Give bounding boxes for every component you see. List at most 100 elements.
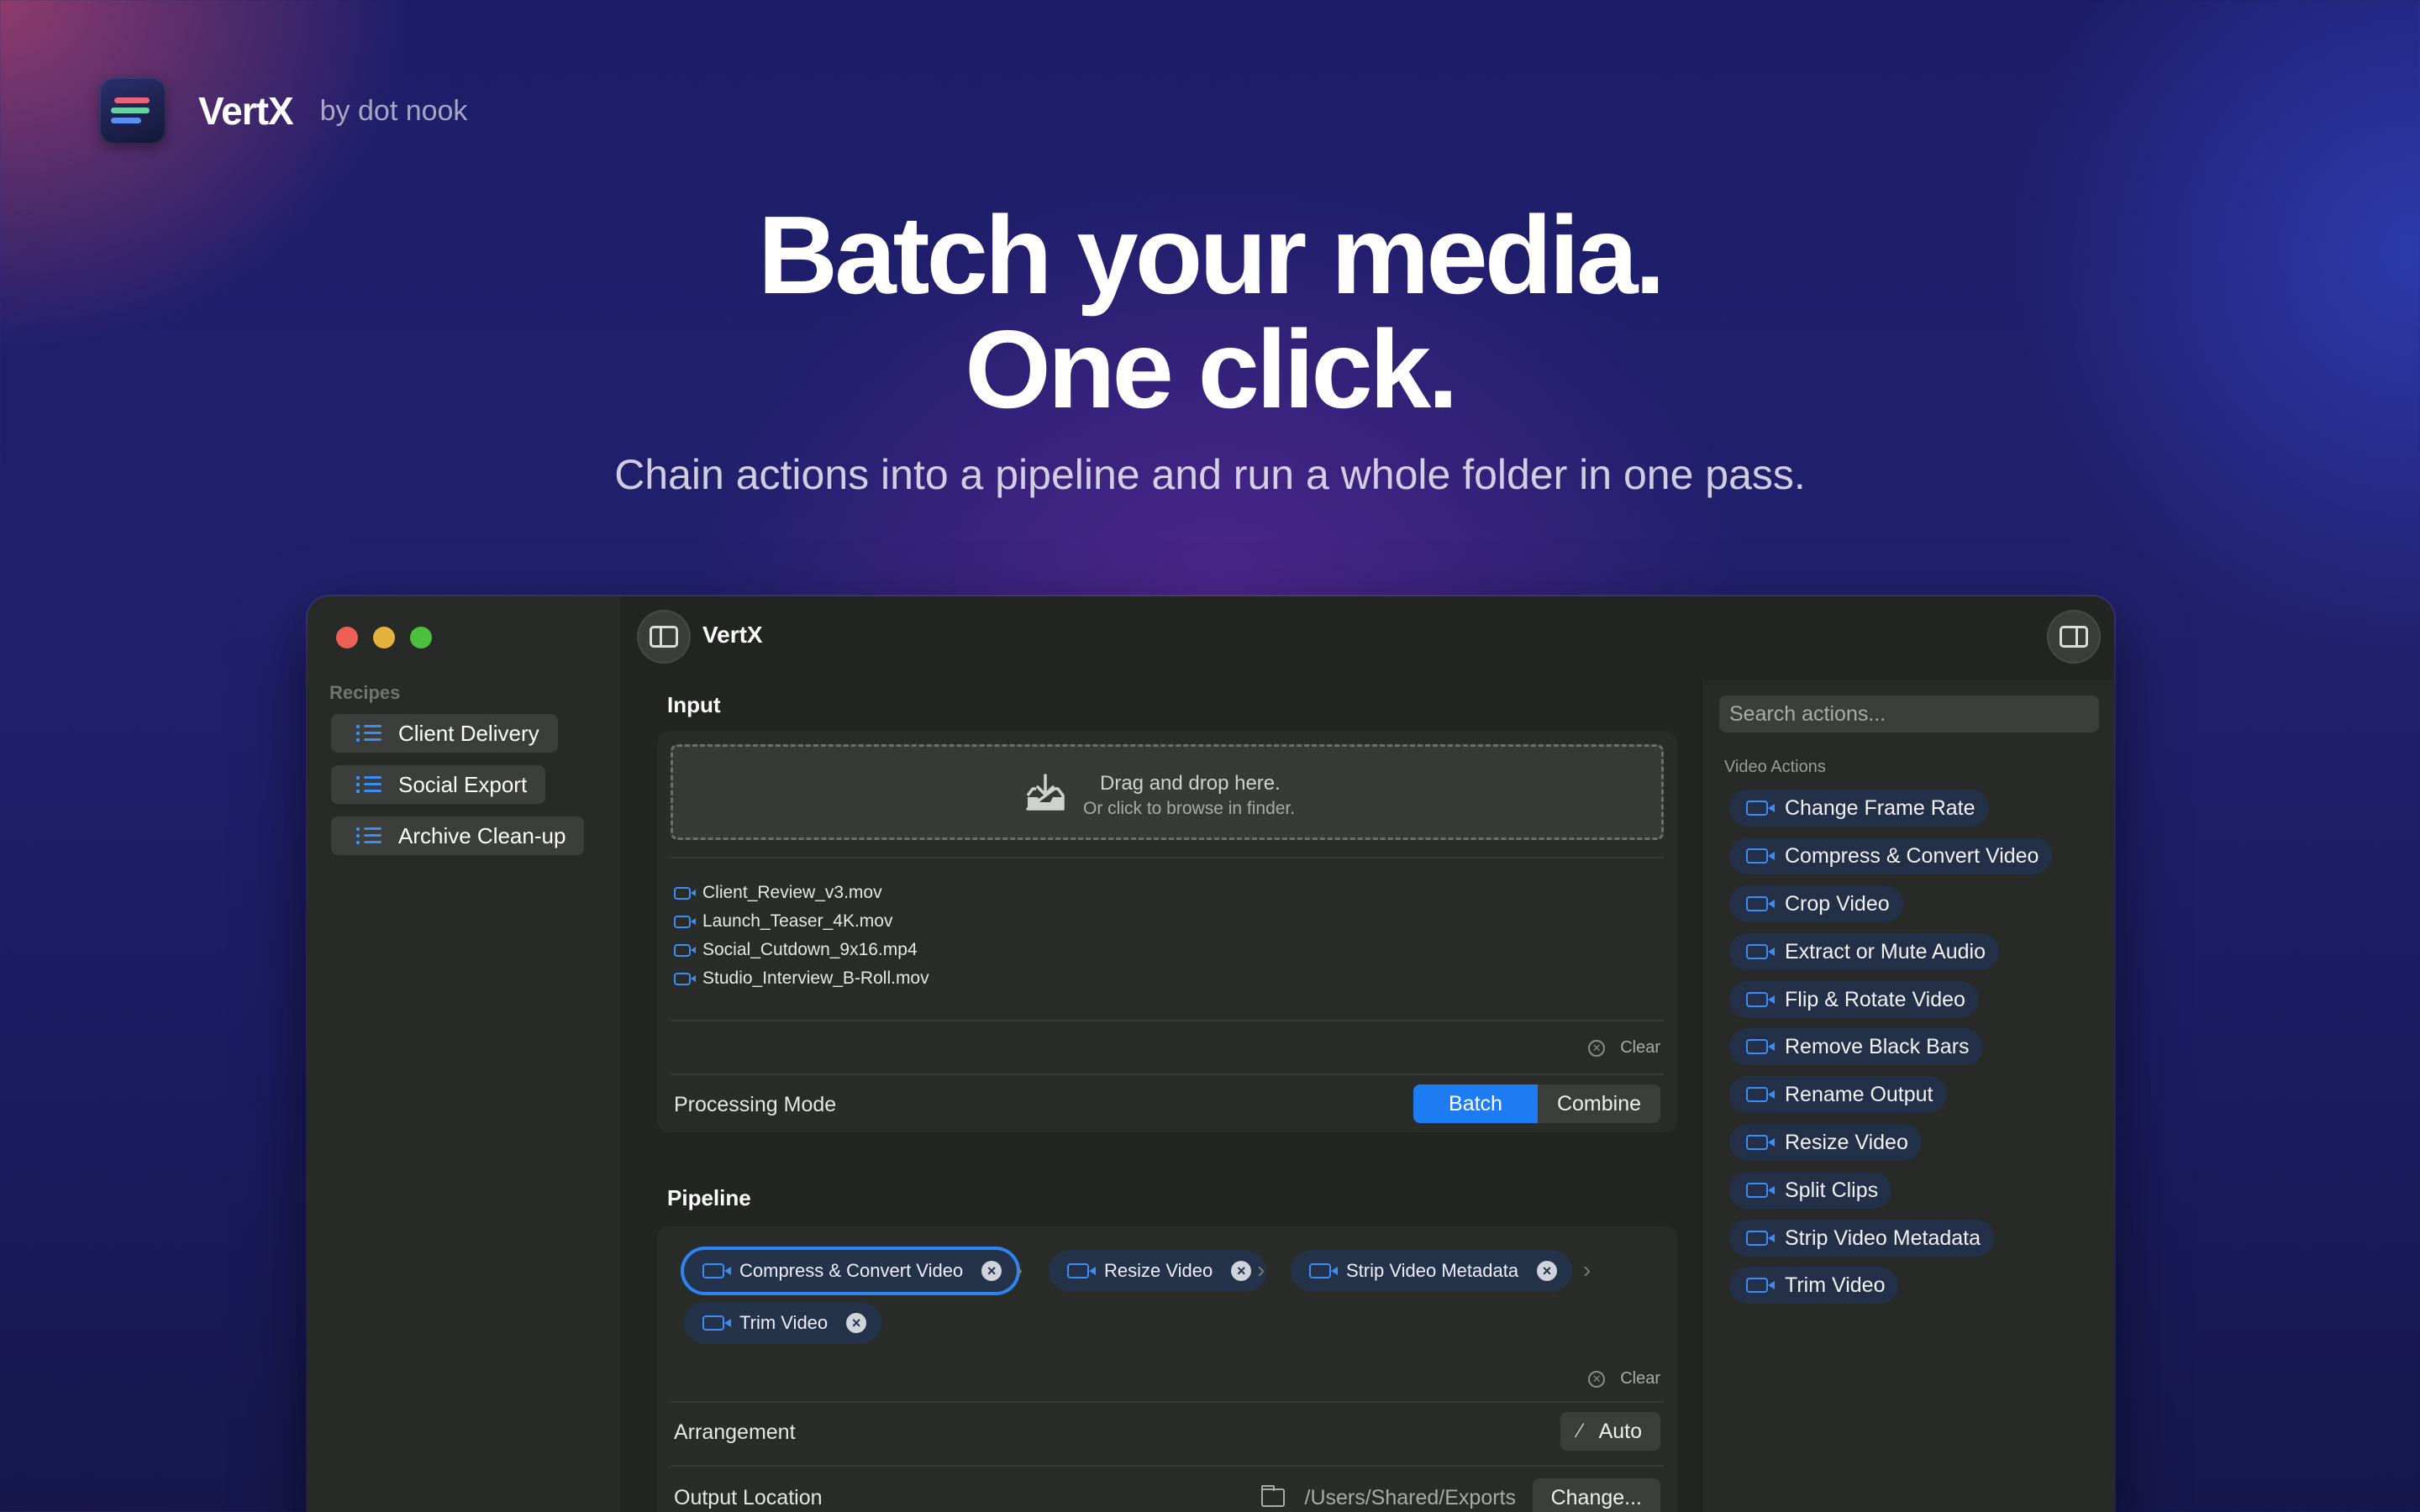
remove-step-icon[interactable]: × <box>1231 1261 1252 1281</box>
video-icon <box>674 943 696 957</box>
sidebar: Recipes Client Delivery Social Export Ar… <box>308 596 620 1512</box>
video-icon <box>1746 1039 1775 1054</box>
remove-step-icon[interactable]: × <box>846 1313 867 1333</box>
list-icon <box>356 724 381 743</box>
action-label: Split Clips <box>1785 1178 1879 1202</box>
output-path: /Users/Shared/Exports <box>1260 1478 1517 1512</box>
toggle-inspector-button[interactable] <box>2047 610 2101 664</box>
action-compress-convert-video[interactable]: Compress & Convert Video <box>1729 837 2053 874</box>
pipeline-step-strip-video-metadata[interactable]: Strip Video Metadata × <box>1291 1250 1573 1292</box>
divider <box>671 1465 1664 1467</box>
hero-title-line2: One click. <box>965 307 1459 431</box>
remove-step-icon[interactable]: × <box>981 1261 1002 1281</box>
video-icon <box>674 915 696 928</box>
window-controls <box>336 627 432 648</box>
main-content: Input Drag and drop here. Or click to br… <box>620 680 1701 1512</box>
video-icon <box>1746 992 1775 1007</box>
file-list-item[interactable]: Studio_Interview_B-Roll.mov <box>674 966 929 991</box>
clear-files-button[interactable]: ✕ Clear <box>1588 1038 1660 1058</box>
video-icon <box>1746 1135 1775 1150</box>
action-label: Compress & Convert Video <box>1785 843 2039 868</box>
pipeline-step-trim-video[interactable]: Trim Video × <box>684 1302 882 1344</box>
file-list-item[interactable]: Client_Review_v3.mov <box>674 880 882 906</box>
action-change-frame-rate[interactable]: Change Frame Rate <box>1729 790 1989 827</box>
file-list-item[interactable]: Launch_Teaser_4K.mov <box>674 909 892 934</box>
video-icon <box>674 886 696 900</box>
action-label: Resize Video <box>1785 1130 1908 1154</box>
input-section-label: Input <box>667 692 721 717</box>
magic-wand-icon: ⁄ <box>1578 1420 1582 1442</box>
brand-byline: by dot nook <box>319 94 468 127</box>
file-name: Launch_Teaser_4K.mov <box>702 911 893 931</box>
mode-batch-option[interactable]: Batch <box>1413 1084 1538 1123</box>
actions-inspector: Video Actions Change Frame Rate Compress… <box>1701 680 2114 1512</box>
action-resize-video[interactable]: Resize Video <box>1729 1124 1922 1161</box>
chevron-right-icon: › <box>1015 1257 1023 1283</box>
change-output-button[interactable]: Change... <box>1532 1478 1660 1512</box>
hero-title-line1: Batch your media. <box>757 193 1665 317</box>
video-icon <box>1746 1278 1775 1293</box>
video-icon <box>1746 944 1775 959</box>
action-label: Flip & Rotate Video <box>1785 987 1965 1011</box>
action-extract-mute-audio[interactable]: Extract or Mute Audio <box>1729 933 2000 970</box>
clear-label: Clear <box>1620 1038 1660 1057</box>
app-logo-icon <box>99 77 166 144</box>
action-label: Extract or Mute Audio <box>1785 939 1986 963</box>
pipeline-step-resize-video[interactable]: Resize Video × <box>1049 1250 1267 1292</box>
toggle-sidebar-button[interactable] <box>637 610 691 664</box>
action-crop-video[interactable]: Crop Video <box>1729 885 1903 922</box>
clear-pipeline-button[interactable]: ✕ Clear <box>1588 1369 1660 1389</box>
action-label: Strip Video Metadata <box>1785 1226 1981 1250</box>
pipeline-card: Compress & Convert Video × › Resize Vide… <box>657 1226 1677 1512</box>
app-window: Recipes Client Delivery Social Export Ar… <box>308 596 2114 1512</box>
video-icon <box>702 1315 731 1331</box>
pipeline-step-label: Trim Video <box>739 1312 829 1333</box>
action-label: Remove Black Bars <box>1785 1034 1970 1058</box>
video-icon <box>1746 1231 1775 1246</box>
video-icon <box>674 972 696 985</box>
processing-mode-label: Processing Mode <box>674 1093 837 1116</box>
action-label: Trim Video <box>1785 1273 1886 1297</box>
action-split-clips[interactable]: Split Clips <box>1729 1172 1892 1209</box>
processing-mode-segmented-control: Batch Combine <box>1413 1084 1660 1123</box>
action-remove-black-bars[interactable]: Remove Black Bars <box>1729 1028 1983 1065</box>
video-icon <box>1746 1087 1775 1102</box>
minimize-window-button[interactable] <box>373 627 395 648</box>
pipeline-step-compress-convert-video[interactable]: Compress & Convert Video × <box>684 1250 1018 1292</box>
brand: VertX by dot nook <box>99 77 467 144</box>
sidebar-item-social-export[interactable]: Social Export <box>331 765 546 804</box>
action-strip-video-metadata[interactable]: Strip Video Metadata <box>1729 1220 1995 1257</box>
divider <box>671 1020 1664 1021</box>
video-icon <box>1746 896 1775 911</box>
folder-icon <box>1260 1485 1285 1507</box>
zoom-window-button[interactable] <box>410 627 432 648</box>
arrangement-auto-button[interactable]: ⁄ Auto <box>1560 1412 1660 1451</box>
close-window-button[interactable] <box>336 627 358 648</box>
clear-label: Clear <box>1620 1369 1660 1388</box>
video-icon <box>1067 1263 1096 1278</box>
search-actions-input[interactable] <box>1719 696 2099 732</box>
chevron-right-icon: › <box>1257 1257 1265 1283</box>
clear-icon: ✕ <box>1588 1039 1606 1057</box>
drop-zone[interactable]: Drag and drop here. Or click to browse i… <box>671 744 1664 840</box>
pipeline-step-label: Resize Video <box>1104 1260 1213 1281</box>
titlebar: VertX <box>620 596 2114 680</box>
action-rename-output[interactable]: Rename Output <box>1729 1076 1947 1113</box>
hero-title: Batch your media. One click. <box>0 198 2420 427</box>
video-icon <box>1746 1183 1775 1198</box>
mode-combine-option[interactable]: Combine <box>1538 1084 1660 1123</box>
sidebar-item-client-delivery[interactable]: Client Delivery <box>331 714 558 753</box>
drop-zone-title: Drag and drop here. <box>1100 772 1281 795</box>
sidebar-item-label: Archive Clean-up <box>398 822 566 848</box>
video-icon <box>1746 848 1775 864</box>
clear-icon: ✕ <box>1588 1370 1606 1388</box>
output-path-text: /Users/Shared/Exports <box>1304 1485 1517 1509</box>
action-flip-rotate-video[interactable]: Flip & Rotate Video <box>1729 981 1979 1018</box>
sidebar-item-archive-clean-up[interactable]: Archive Clean-up <box>331 816 585 855</box>
remove-step-icon[interactable]: × <box>1537 1261 1558 1281</box>
window-title: VertX <box>702 622 763 648</box>
inspector-icon <box>2060 626 2088 648</box>
output-location-label: Output Location <box>674 1486 823 1509</box>
action-trim-video[interactable]: Trim Video <box>1729 1267 1899 1304</box>
file-list-item[interactable]: Social_Cutdown_9x16.mp4 <box>674 937 918 963</box>
